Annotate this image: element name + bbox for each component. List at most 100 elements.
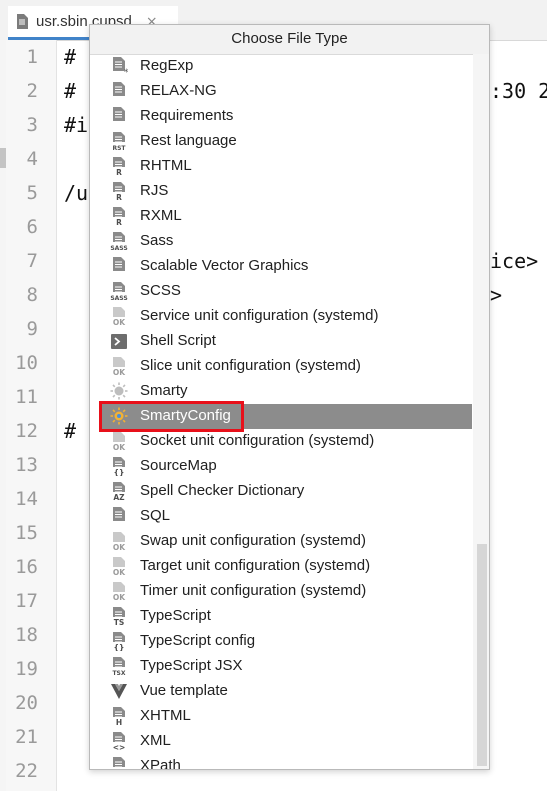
file-type-item[interactable]: Smarty	[90, 379, 473, 404]
systemd-slice-icon: OK	[110, 357, 128, 377]
file-type-item[interactable]: // XPath	[90, 754, 473, 770]
file-type-item[interactable]: R RXML	[90, 204, 473, 229]
file-type-item[interactable]: SASS SCSS	[90, 279, 473, 304]
code-line-2-tail[interactable]: :30 2	[490, 79, 547, 103]
svg-text:OK: OK	[113, 568, 126, 576]
file-type-label: Sass	[140, 232, 174, 249]
svg-text:OK: OK	[113, 593, 126, 601]
file-type-item[interactable]: RST Rest language	[90, 129, 473, 154]
file-type-item[interactable]: {} TypeScript config	[90, 629, 473, 654]
line-number: 8	[26, 284, 38, 306]
shell-script-icon	[110, 332, 128, 351]
code-line-5[interactable]: /u	[64, 181, 88, 205]
file-type-label: Scalable Vector Graphics	[140, 257, 309, 274]
file-type-item[interactable]: OK Swap unit configuration (systemd)	[90, 529, 473, 554]
file-type-item[interactable]: Requirements	[90, 104, 473, 129]
svg-text:TS: TS	[114, 618, 125, 626]
file-type-label: Rest language	[140, 132, 237, 149]
file-type-item[interactable]: TS TypeScript	[90, 604, 473, 629]
file-type-item[interactable]: Vue template	[90, 679, 473, 704]
smarty-config-icon	[110, 407, 128, 426]
file-type-item[interactable]: TSX TypeScript JSX	[90, 654, 473, 679]
svg-text:OK: OK	[113, 443, 126, 451]
svg-text:{}: {}	[114, 643, 125, 651]
file-type-label: Target unit configuration (systemd)	[140, 557, 371, 574]
file-type-item[interactable]: Shell Script	[90, 329, 473, 354]
requirements-icon	[110, 107, 128, 126]
file-type-label: SmartyConfig	[140, 407, 231, 424]
line-number: 21	[15, 726, 38, 748]
file-type-item[interactable]: {} SourceMap	[90, 454, 473, 479]
list-scrollbar[interactable]	[473, 54, 489, 769]
file-type-label: SCSS	[140, 282, 181, 299]
code-line-12[interactable]: #	[64, 419, 76, 443]
scrollbar-thumb[interactable]	[477, 544, 487, 766]
systemd-timer-icon: OK	[110, 582, 128, 602]
svg-text:RST: RST	[112, 145, 126, 151]
file-type-item[interactable]: AZ Spell Checker Dictionary	[90, 479, 473, 504]
code-line-8-tail[interactable]: >	[490, 283, 502, 307]
code-line-7-tail[interactable]: ice>	[490, 249, 538, 273]
line-number: 17	[15, 590, 38, 612]
svg-text:OK: OK	[113, 318, 126, 326]
svg-text:R: R	[116, 168, 122, 176]
file-type-label: Socket unit configuration (systemd)	[140, 432, 375, 449]
file-type-item[interactable]: H XHTML	[90, 704, 473, 729]
file-type-label: Shell Script	[140, 332, 216, 349]
file-type-item[interactable]: SmartyConfig	[100, 404, 472, 429]
file-type-item[interactable]: SQL	[90, 504, 473, 529]
svg-text:R: R	[116, 218, 122, 226]
file-type-label: SourceMap	[140, 457, 217, 474]
sql-icon	[110, 507, 128, 526]
file-type-item[interactable]: R RJS	[90, 179, 473, 204]
svg-text:SASS: SASS	[110, 245, 127, 251]
file-type-item[interactable]: OK Target unit configuration (systemd)	[90, 554, 473, 579]
line-number: 2	[26, 80, 38, 102]
line-number: 14	[15, 488, 38, 510]
code-line-3[interactable]: #i	[64, 113, 88, 137]
file-icon	[17, 14, 28, 29]
file-type-item[interactable]: SASS Sass	[90, 229, 473, 254]
file-type-item[interactable]: R RHTML	[90, 154, 473, 179]
file-type-label: Swap unit configuration (systemd)	[140, 532, 366, 549]
code-line-1[interactable]: #	[64, 45, 76, 69]
code-line-2[interactable]: #	[64, 79, 76, 103]
line-number: 3	[26, 114, 38, 136]
file-type-label: Vue template	[140, 682, 228, 699]
file-type-item[interactable]: OK Slice unit configuration (systemd)	[90, 354, 473, 379]
svg-text:H: H	[116, 718, 122, 726]
tsx-icon: TSX	[110, 657, 128, 677]
file-type-item[interactable]: OK Service unit configuration (systemd)	[90, 304, 473, 329]
xpath-icon: //	[110, 757, 128, 770]
svg-text://: //	[116, 768, 122, 770]
file-type-label: XPath	[140, 757, 181, 770]
line-number: 19	[15, 658, 38, 680]
scss-icon: SASS	[110, 282, 128, 302]
choose-file-type-popup: Choose File Type * RegExp RELAX-NG Requirem…	[89, 24, 490, 770]
file-type-item[interactable]: Scalable Vector Graphics	[90, 254, 473, 279]
smarty-icon	[110, 382, 128, 401]
file-type-item[interactable]: RELAX-NG	[90, 79, 473, 104]
file-type-item[interactable]: OK Socket unit configuration (systemd)	[90, 429, 473, 454]
file-type-item[interactable]: <> XML	[90, 729, 473, 754]
line-number: 1	[26, 46, 38, 68]
line-number: 22	[15, 760, 38, 782]
file-type-item[interactable]: * RegExp	[90, 54, 473, 79]
systemd-socket-icon: OK	[110, 432, 128, 452]
typescript-config-icon: {}	[110, 632, 128, 652]
line-number: 16	[15, 556, 38, 578]
line-number: 11	[15, 386, 38, 408]
line-number: 18	[15, 624, 38, 646]
svg-text:TSX: TSX	[112, 670, 125, 676]
vue-icon	[110, 682, 128, 701]
regexp-icon: *	[110, 57, 129, 78]
line-number: 4	[26, 148, 38, 170]
file-type-label: RHTML	[140, 157, 192, 174]
file-type-item[interactable]: OK Timer unit configuration (systemd)	[90, 579, 473, 604]
file-type-label: Slice unit configuration (systemd)	[140, 357, 361, 374]
sass-icon: SASS	[110, 232, 128, 252]
svg-text:AZ: AZ	[113, 493, 125, 501]
svg-text:<>: <>	[113, 743, 126, 751]
file-type-label: RJS	[140, 182, 169, 199]
popup-title: Choose File Type	[90, 25, 489, 55]
